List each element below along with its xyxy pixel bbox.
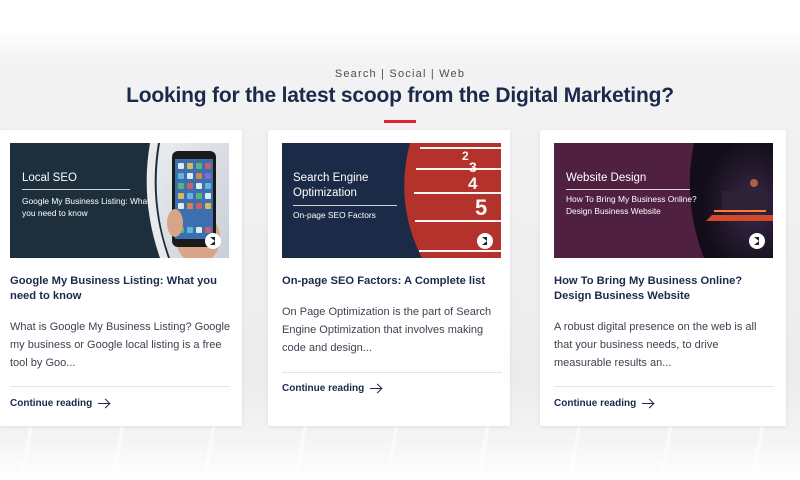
thumb-subtitle: How To Bring My Business Online? Design … xyxy=(566,194,697,216)
thumb-title: Website Design xyxy=(566,172,647,184)
track-number: 3 xyxy=(469,159,477,175)
blog-card-seo: 2 3 4 5 Search Engine Optimization On-pa… xyxy=(268,130,510,426)
brand-play-icon xyxy=(749,233,765,249)
brand-play-icon xyxy=(205,233,221,249)
thumb-divider xyxy=(566,189,690,190)
thumb-divider xyxy=(293,205,397,206)
section-header: Search | Social | Web Looking for the la… xyxy=(0,68,800,123)
card-divider xyxy=(554,386,774,387)
headline-accent-bar xyxy=(384,120,416,123)
card-excerpt: On Page Optimization is the part of Sear… xyxy=(282,306,492,354)
continue-reading-link[interactable]: Continue reading xyxy=(282,383,382,394)
continue-reading-label: Continue reading xyxy=(282,383,365,394)
arrow-right-icon xyxy=(642,399,654,409)
continue-reading-link[interactable]: Continue reading xyxy=(10,398,110,409)
section-headline: Looking for the latest scoop from the Di… xyxy=(126,84,674,107)
thumb-title: Search Engine Optimization xyxy=(293,172,369,199)
thumb-subtitle: On-page SEO Factors xyxy=(293,210,376,220)
arrow-right-icon xyxy=(370,384,382,394)
continue-reading-link[interactable]: Continue reading xyxy=(554,398,654,409)
thumb-title: Local SEO xyxy=(22,172,77,184)
card-excerpt: A robust digital presence on the web is … xyxy=(554,321,757,369)
card-thumbnail[interactable]: Website Design How To Bring My Business … xyxy=(554,143,773,258)
thumb-divider xyxy=(22,189,130,190)
blog-card-website-design: Website Design How To Bring My Business … xyxy=(540,130,786,426)
blog-card-local-seo: Local SEO Google My Business Listing: Wh… xyxy=(0,130,242,426)
card-thumbnail[interactable]: 2 3 4 5 Search Engine Optimization On-pa… xyxy=(282,143,501,258)
arrow-right-icon xyxy=(98,399,110,409)
section-kicker: Search | Social | Web xyxy=(334,68,466,80)
track-number: 4 xyxy=(468,174,478,193)
card-divider xyxy=(10,386,230,387)
brand-play-icon xyxy=(477,233,493,249)
continue-reading-label: Continue reading xyxy=(554,398,637,409)
card-excerpt: What is Google My Business Listing? Goog… xyxy=(10,321,231,369)
card-title-link[interactable]: On-page SEO Factors: A Complete list xyxy=(282,274,504,289)
continue-reading-label: Continue reading xyxy=(10,398,93,409)
track-number: 5 xyxy=(475,195,488,220)
card-title-link[interactable]: Google My Business Listing: What you nee… xyxy=(10,274,232,304)
card-thumbnail[interactable]: Local SEO Google My Business Listing: Wh… xyxy=(10,143,229,258)
card-divider xyxy=(282,372,502,373)
thumb-subtitle: Google My Business Listing: What you nee… xyxy=(22,196,150,218)
card-title-link[interactable]: How To Bring My Business Online? Design … xyxy=(554,274,776,304)
track-number: 2 xyxy=(462,149,469,163)
